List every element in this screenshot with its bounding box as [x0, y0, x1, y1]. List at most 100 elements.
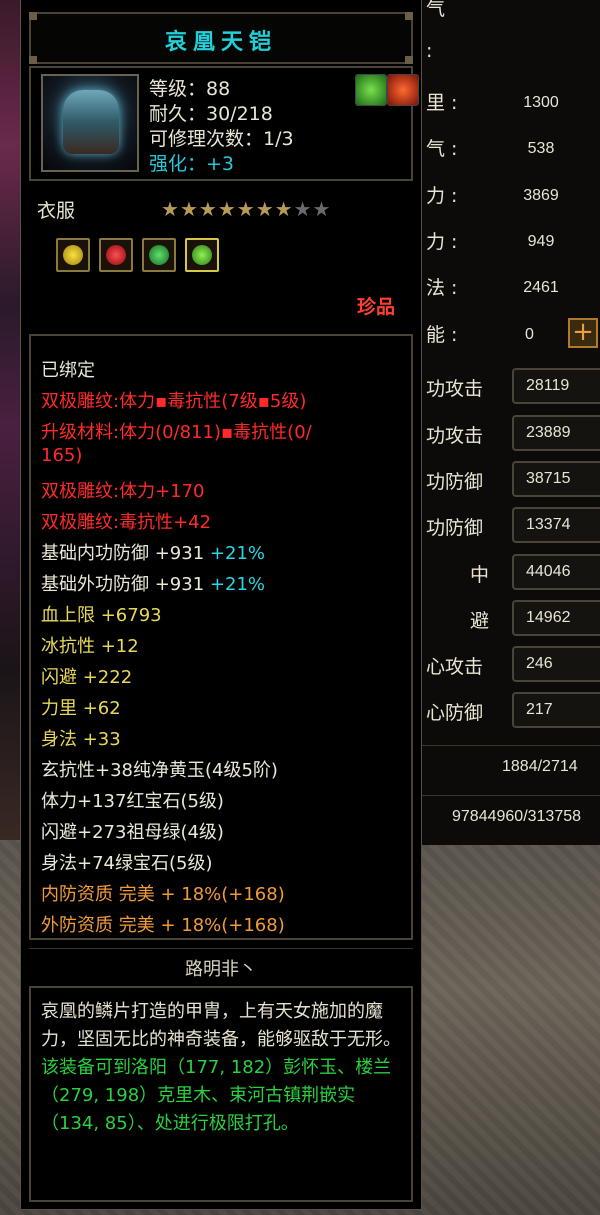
- star-icon: ★: [179, 197, 199, 221]
- attr-line: 已绑定: [41, 360, 95, 381]
- stat-value-box: 246: [512, 646, 600, 682]
- stat-value: 949: [527, 233, 555, 250]
- attr-line: 双极雕纹:体力+170: [41, 481, 205, 502]
- attr-line: 力里 +62: [41, 698, 121, 719]
- gem-socket-emerald: [142, 238, 176, 272]
- item-lore: 哀凰的鳞片打造的甲胄，上有天女施加的魔力，坚固无比的神奇装备，能够驱敌于无形。: [41, 1001, 401, 1050]
- gem-icon: [192, 245, 212, 265]
- gem-socket-yellow: [56, 238, 90, 272]
- star-icon: ★: [161, 197, 180, 221]
- stat-label: 力 :: [426, 185, 458, 207]
- attr-line: 身法 +33: [41, 729, 121, 750]
- gem-socket-green: [185, 238, 219, 272]
- attr-line: 升级材料:体力(0/811)▪毒抗性(0/: [41, 422, 312, 443]
- stat-value-box: 28119: [512, 368, 600, 404]
- stat-value: 538: [527, 140, 555, 157]
- star-icon: ★: [217, 197, 237, 221]
- attr-line: 外防资质 完美 + 18%(+168): [41, 915, 285, 936]
- gem-icon: [149, 245, 169, 265]
- stat-value: 3869: [523, 187, 559, 204]
- item-enhance: 强化：+3: [149, 153, 235, 175]
- title-corner: [29, 12, 37, 20]
- stat-row: 法 : 2461: [412, 267, 600, 307]
- star-icon: ★: [312, 197, 332, 221]
- stat-value: 0: [525, 326, 534, 343]
- item-durability: 耐久：30/218: [149, 103, 273, 125]
- item-level: 等级：88: [149, 78, 231, 100]
- stat-row: 功防御 38715: [412, 461, 600, 501]
- stat-row: 避 14962: [412, 600, 600, 640]
- stat-row: 心防御 217: [412, 692, 600, 732]
- stat-label: 功防御: [426, 517, 484, 539]
- attr-line: 体力+137红宝石(5级): [41, 791, 224, 812]
- item-portrait: [41, 74, 139, 172]
- attr-line: 双极雕纹:毒抗性+42: [41, 512, 212, 533]
- stat-value: 2461: [523, 279, 559, 296]
- star-rating: ★★★★★★★★★: [161, 197, 331, 221]
- description-box: 哀凰的鳞片打造的甲胄，上有天女施加的魔力，坚固无比的神奇装备，能够驱敌于无形。 …: [29, 986, 413, 1202]
- stat-label: 心攻击: [426, 656, 484, 678]
- stat-row: 力 : 949: [412, 221, 600, 261]
- title-corner: [405, 56, 413, 64]
- star-icon: ★: [293, 197, 313, 221]
- stat-row: 力 : 3869: [412, 175, 600, 215]
- hp-value: 1884/2714: [502, 758, 578, 775]
- rarity-label: 珍品: [356, 296, 395, 318]
- title-corner: [29, 56, 37, 64]
- stat-row: 气 : 538: [412, 128, 600, 168]
- stat-label: 中: [470, 564, 490, 586]
- attr-bonus: +21%: [209, 543, 265, 564]
- item-tooltip: 哀凰天铠 等级：88 耐久：30/218 可修理次数：1/3 强化：+3 衣服 …: [20, 0, 422, 1210]
- attr-line: 闪避 +222: [41, 667, 133, 688]
- stat-value-box: 38715: [512, 461, 600, 497]
- attr-line: 闪避+273祖母绿(4级): [41, 822, 224, 843]
- star-icon: ★: [255, 197, 275, 221]
- gem-socket-red: [99, 238, 133, 272]
- stat-value-box: 217: [512, 692, 600, 728]
- exp-value: 97844960/313758: [452, 808, 582, 825]
- star-icon: ★: [198, 197, 218, 221]
- character-stats-panel: 气 : 里 : 1300 气 : 538 力 : 3869 力 : 949 法 …: [412, 0, 600, 845]
- owner-name: 路明非丶: [185, 959, 257, 980]
- attr-line: 身法+74绿宝石(5级): [41, 853, 213, 874]
- stat-label: 功防御: [426, 471, 484, 493]
- leaf-skill-icon: [355, 74, 387, 106]
- armor-image: [63, 90, 119, 154]
- stat-value-box: 44046: [512, 554, 600, 590]
- star-icon: ★: [236, 197, 256, 221]
- attr-line: 内防资质 完美 + 18%(+168): [41, 884, 285, 905]
- stat-label: 气 :: [426, 138, 458, 160]
- item-repair-count: 可修理次数：1/3: [149, 128, 294, 150]
- exp-bar: 97844960/313758: [412, 795, 600, 841]
- stat-label: 法 :: [426, 277, 458, 299]
- stat-label: 里 :: [426, 92, 458, 114]
- owner-bar: 路明非丶: [29, 948, 413, 985]
- stat-value-box: 13374: [512, 507, 600, 543]
- star-icon: ★: [274, 197, 294, 221]
- stat-value-box: 14962: [512, 600, 600, 636]
- item-title-bar: 哀凰天铠: [29, 12, 413, 64]
- hp-bar: 1884/2714: [412, 745, 600, 791]
- attr-line: 冰抗性 +12: [41, 636, 139, 657]
- attr-line: 基础内功防御 +931 +21%: [41, 539, 265, 565]
- stat-label-top2: :: [426, 40, 433, 62]
- socket-location-hint: 该装备可到洛阳（177, 182）彭怀玉、楼兰（279, 198）克里木、束河古…: [41, 1057, 392, 1134]
- stat-row: 功攻击 23889: [412, 415, 600, 455]
- stat-label: 功攻击: [426, 378, 484, 400]
- attr-line: 双极雕纹:体力▪毒抗性(7级▪5级): [41, 391, 307, 412]
- stat-row: 中 44046: [412, 554, 600, 594]
- stat-label: 心防御: [426, 702, 484, 724]
- item-type: 衣服: [37, 200, 76, 222]
- stat-row: 里 : 1300: [412, 82, 600, 122]
- attr-text: 基础内功防御 +931: [41, 543, 205, 564]
- stat-row: 功攻击 28119: [412, 368, 600, 408]
- stat-label: 功攻击: [426, 425, 484, 447]
- add-point-button[interactable]: +: [568, 318, 598, 348]
- stat-value-box: 23889: [512, 415, 600, 451]
- stat-label-top: 气: [426, 0, 446, 20]
- attr-bonus: +21%: [209, 574, 265, 595]
- attributes-box: 已绑定 双极雕纹:体力▪毒抗性(7级▪5级) 升级材料:体力(0/811)▪毒抗…: [29, 334, 413, 940]
- attr-text: 基础外功防御 +931: [41, 574, 205, 595]
- stat-label: 力 :: [426, 231, 458, 253]
- stat-value: 1300: [523, 94, 559, 111]
